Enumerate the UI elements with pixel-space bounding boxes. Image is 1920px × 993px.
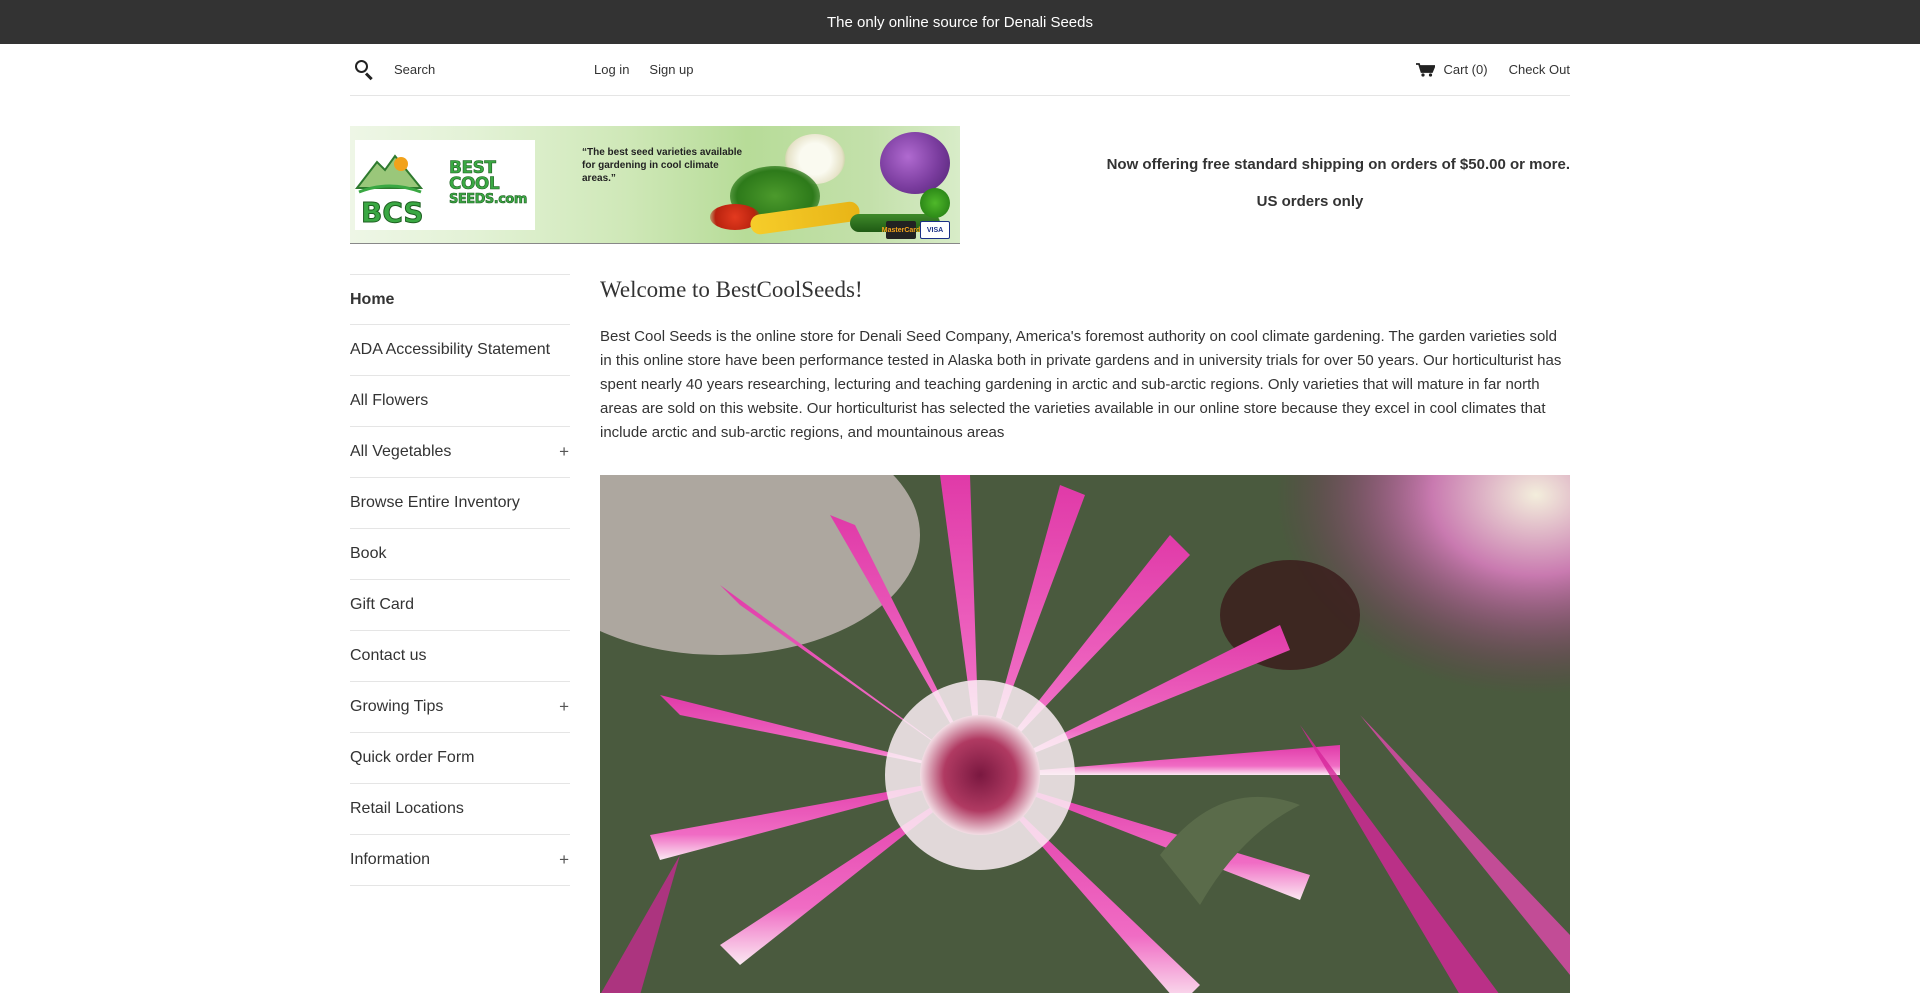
announcement-text: The only online source for Denali Seeds — [827, 13, 1093, 31]
payment-cards: MasterCard VISA — [882, 221, 950, 239]
cart-label: Cart (0) — [1443, 62, 1488, 77]
sidebar-nav: Home ADA Accessibility Statement All Flo… — [350, 274, 570, 886]
pepper-image — [920, 188, 950, 218]
sidebar-item-all-vegetables[interactable]: All Vegetables + — [350, 427, 570, 478]
logo-mountain-icon: BCS — [355, 154, 423, 230]
mastercard-icon: MasterCard — [882, 221, 920, 239]
checkout-link[interactable]: Check Out — [1509, 62, 1570, 77]
sidebar-item-retail-locations[interactable]: Retail Locations — [350, 784, 570, 835]
intro-text: Best Cool Seeds is the online store for … — [600, 328, 1562, 441]
sidebar-item-gift-card[interactable]: Gift Card — [350, 580, 570, 631]
expand-icon[interactable]: + — [559, 850, 570, 870]
announcement-bar: The only online source for Denali Seeds — [0, 0, 1920, 44]
sidebar-item-contact-us[interactable]: Contact us — [350, 631, 570, 682]
page-title: Welcome to BestCoolSeeds! — [600, 277, 863, 302]
site-banner[interactable]: BCS BEST COOL SEEDS.com “The best seed v… — [350, 126, 960, 244]
sidebar-item-home[interactable]: Home — [350, 275, 570, 325]
hero-flower-image — [600, 475, 1570, 993]
account-links: Log in Sign up — [594, 62, 694, 77]
cart-link[interactable]: Cart (0) — [1415, 62, 1488, 77]
flower-photo — [600, 475, 1570, 993]
sidebar-item-ada-accessibility[interactable]: ADA Accessibility Statement — [350, 325, 570, 376]
toolbar: Log in Sign up Cart (0) Check Out — [350, 44, 1570, 96]
sidebar-item-all-flowers[interactable]: All Flowers — [350, 376, 570, 427]
visa-icon: VISA — [920, 221, 950, 239]
shipping-notice: Now offering free standard shipping on o… — [1010, 156, 1570, 210]
site-logo: BCS BEST COOL SEEDS.com — [355, 140, 535, 230]
cart-links: Cart (0) Check Out — [1415, 62, 1570, 77]
sidebar-item-browse-inventory[interactable]: Browse Entire Inventory — [350, 478, 570, 529]
sidebar-item-quick-order[interactable]: Quick order Form — [350, 733, 570, 784]
search-icon[interactable] — [354, 59, 376, 81]
search-input[interactable] — [394, 62, 584, 77]
shipping-line: Now offering free standard shipping on o… — [1106, 156, 1570, 173]
logo-wordmark: BEST COOL SEEDS.com — [449, 158, 528, 207]
cabbage-image — [880, 132, 950, 194]
shipping-region: US orders only — [1256, 193, 1364, 210]
login-link[interactable]: Log in — [594, 62, 629, 77]
expand-icon[interactable]: + — [559, 697, 570, 717]
banner-quote: “The best seed varieties available for g… — [582, 147, 743, 184]
sidebar-item-growing-tips[interactable]: Growing Tips + — [350, 682, 570, 733]
expand-icon[interactable]: + — [559, 442, 570, 462]
cart-icon — [1415, 62, 1435, 77]
header: BCS BEST COOL SEEDS.com “The best seed v… — [350, 126, 1570, 244]
svg-text:BCS: BCS — [361, 196, 423, 229]
sidebar-item-book[interactable]: Book — [350, 529, 570, 580]
signup-link[interactable]: Sign up — [649, 62, 693, 77]
main-content: Welcome to BestCoolSeeds! Best Cool Seed… — [600, 274, 1570, 993]
sidebar-item-information[interactable]: Information + — [350, 835, 570, 886]
